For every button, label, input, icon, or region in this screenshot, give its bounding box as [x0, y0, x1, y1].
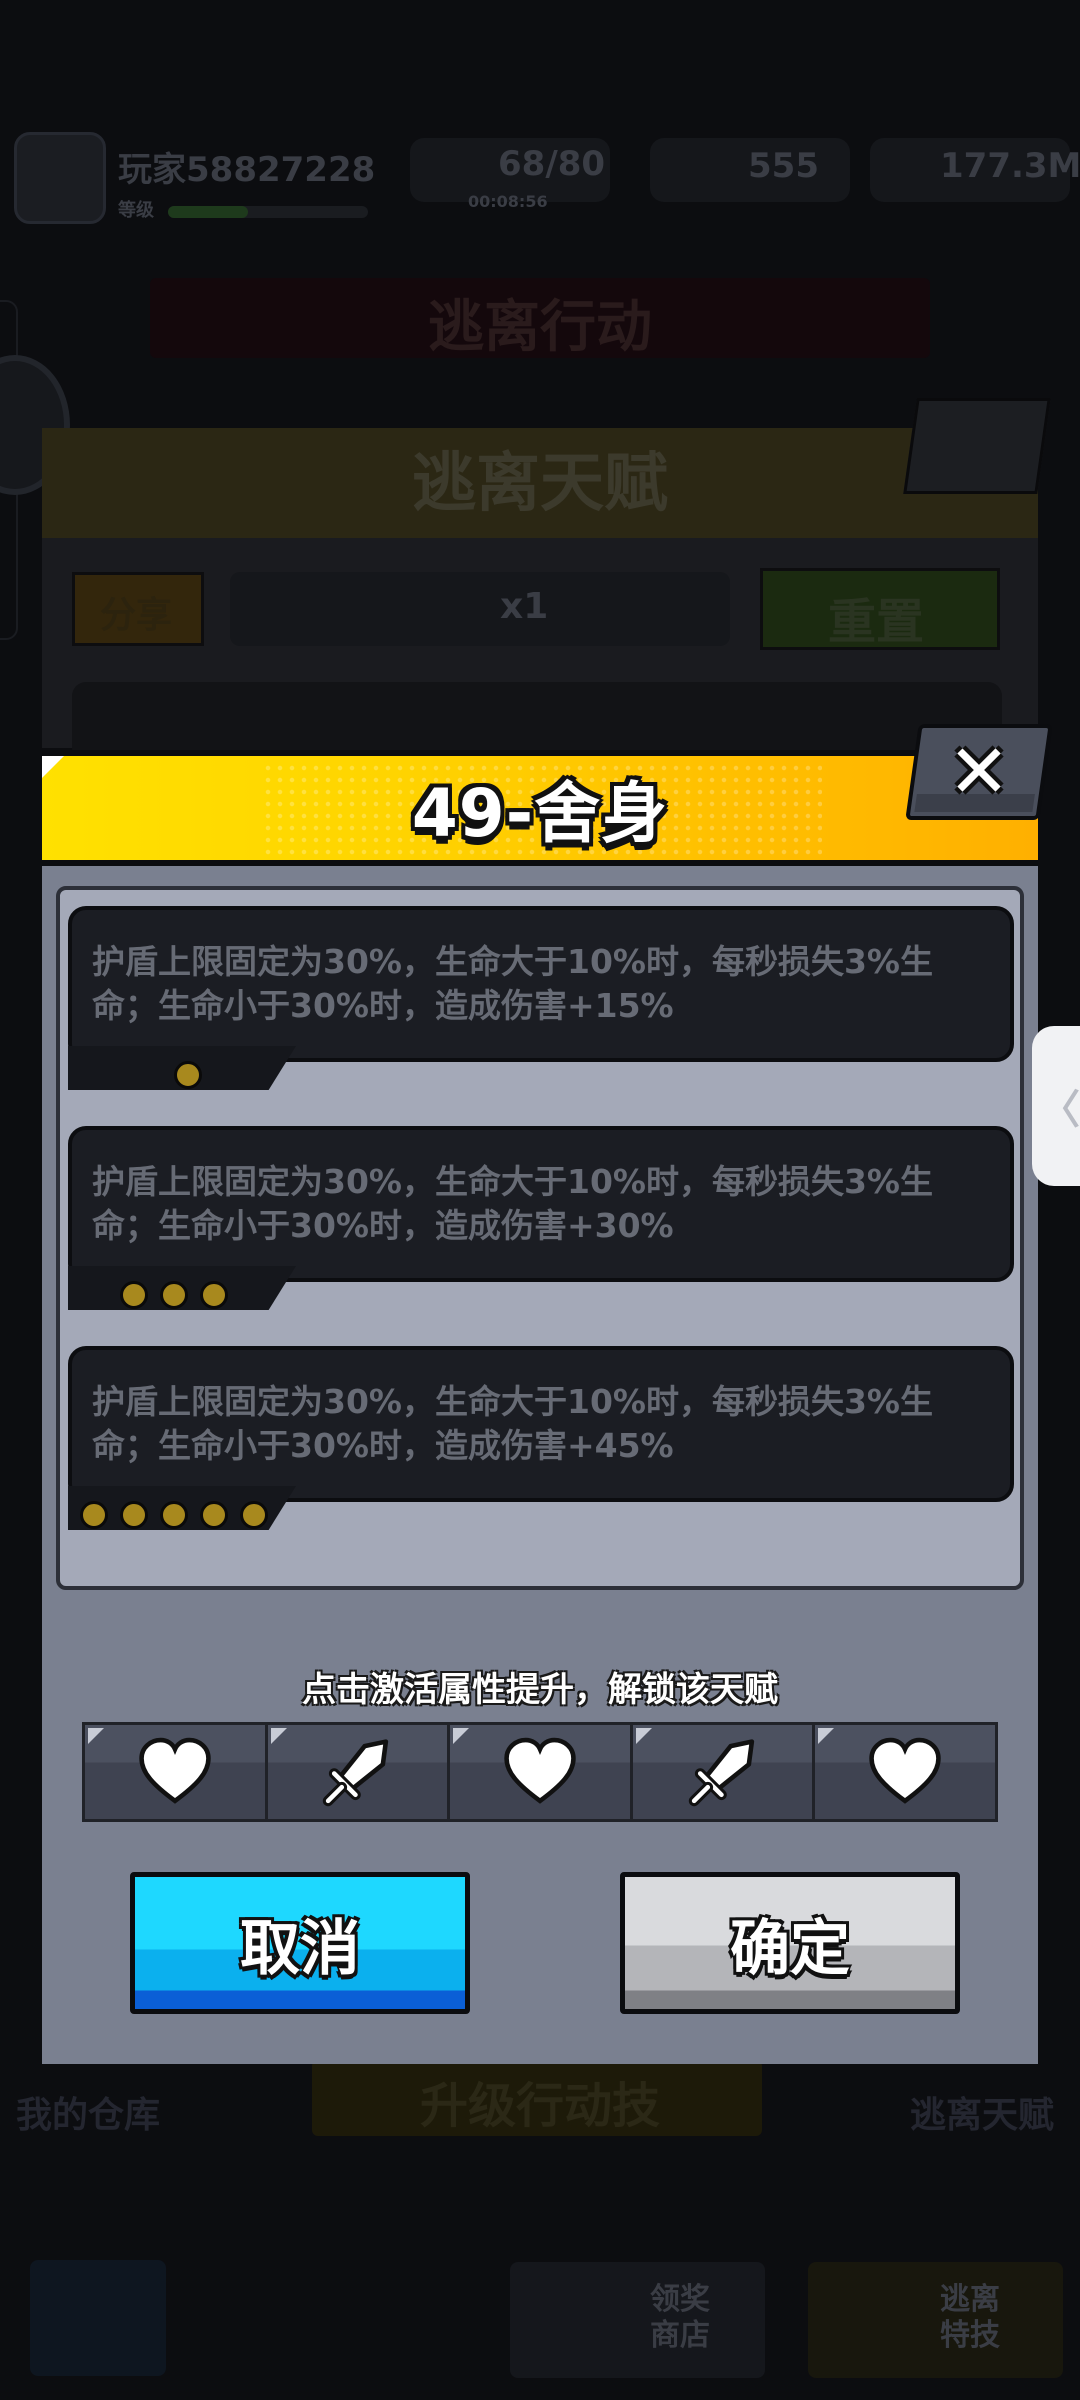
item-count: x1 [500, 586, 549, 627]
mode-title: 逃离行动 [428, 295, 652, 360]
tier-item-2: 护盾上限固定为30%，生命大于10%时，每秒损失3%生命；生命小于30%时，造成… [68, 1126, 1014, 1310]
tier-description: 护盾上限固定为30%，生命大于10%时，每秒损失3%生命；生命小于30%时，造成… [92, 942, 934, 1025]
tier-item-1: 护盾上限固定为30%，生命大于10%时，每秒损失3%生命；生命小于30%时，造成… [68, 906, 1014, 1090]
coins-value: 177.3M [940, 146, 1080, 186]
player-name: 玩家58827228 [118, 150, 376, 190]
cancel-button[interactable]: 取消 [130, 1872, 470, 2014]
level-dot-icon [120, 1281, 148, 1309]
side-drawer-tab[interactable]: 〈 [1032, 1026, 1080, 1186]
tier-description: 护盾上限固定为30%，生命大于10%时，每秒损失3%生命；生命小于30%时，造成… [92, 1162, 934, 1245]
attribute-slot-1[interactable] [85, 1725, 268, 1819]
heart-icon [869, 1737, 941, 1804]
shop-button[interactable] [510, 2262, 765, 2378]
top-status-bar: 玩家58827228 等级 68/80 00:08:56 555 177.3M [0, 120, 1080, 224]
attribute-slot-3[interactable] [450, 1725, 633, 1819]
heart-icon [139, 1737, 211, 1804]
player-avatar[interactable] [14, 132, 106, 224]
attribute-slot-2[interactable] [267, 1725, 451, 1819]
level-dot-icon [160, 1501, 188, 1529]
stamina-value: 68/80 [498, 144, 606, 184]
heart-icon [504, 1737, 576, 1804]
back-button[interactable] [30, 2260, 166, 2376]
attribute-slots [82, 1722, 998, 1822]
gems-value: 555 [748, 146, 819, 186]
level-dot-icon [200, 1501, 228, 1529]
tier-card: 护盾上限固定为30%，生命大于10%时，每秒损失3%生命；生命小于30%时，造成… [68, 1126, 1014, 1282]
level-dot-icon [240, 1501, 268, 1529]
level-dot-icon [80, 1501, 108, 1529]
panel-close-button[interactable] [903, 398, 1051, 494]
xp-bar [168, 206, 368, 218]
player-level: 等级 [118, 200, 154, 221]
confirm-button[interactable]: 确定 [620, 1872, 960, 2014]
tier-item-3: 护盾上限固定为30%，生命大于10%时，每秒损失3%生命；生命小于30%时，造成… [68, 1346, 1014, 1530]
skills-label: 逃离 特技 [940, 2282, 1000, 2353]
tier-card: 护盾上限固定为30%，生命大于10%时，每秒损失3%生命；生命小于30%时，造成… [68, 1346, 1014, 1502]
reset-label: 重置 [828, 594, 925, 650]
share-label: 分享 [100, 595, 173, 636]
level-dot-icon [160, 1281, 188, 1309]
tier-card: 护盾上限固定为30%，生命大于10%时，每秒损失3%生命；生命小于30%时，造成… [68, 906, 1014, 1062]
level-dot-icon [120, 1501, 148, 1529]
close-button[interactable]: ✕ [905, 724, 1053, 820]
chevron-left-icon: 〈 [1040, 1087, 1080, 1133]
attribute-slot-5[interactable] [815, 1725, 995, 1819]
dialog-header: 49-舍身 [42, 750, 1038, 866]
talent-tab-label[interactable]: 逃离天赋 [910, 2086, 1054, 2138]
tier-description: 护盾上限固定为30%，生命大于10%时，每秒损失3%生命；生命小于30%时，造成… [92, 1382, 934, 1465]
talent-item-counter [230, 572, 730, 646]
stamina-timer: 00:08:56 [468, 192, 548, 211]
shop-label: 领奖 商店 [650, 2282, 710, 2353]
attribute-slot-4[interactable] [632, 1725, 816, 1819]
sword-icon [688, 1739, 754, 1807]
close-icon: ✕ [947, 729, 1010, 815]
level-dot-icon [200, 1281, 228, 1309]
unlock-hint: 点击激活属性提升，解锁该天赋 [302, 1670, 778, 1710]
skills-button[interactable] [808, 2262, 1063, 2378]
dialog-title: 49-舍身 [411, 775, 669, 852]
level-dot-icon [174, 1061, 202, 1089]
sword-icon [323, 1739, 389, 1807]
